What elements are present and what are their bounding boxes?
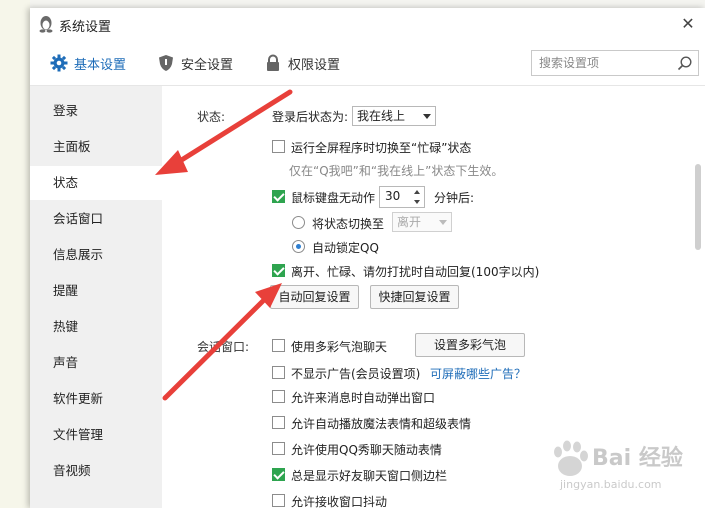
gear-icon: [50, 54, 68, 72]
window-shake-checkbox[interactable]: [272, 494, 285, 507]
auto-reply-settings-button[interactable]: 自动回复设置: [270, 285, 359, 309]
sidebar-item-status[interactable]: 状态: [30, 166, 162, 200]
content-scrollbar[interactable]: [691, 86, 705, 508]
tab-bar: 基本设置 安全设置 权限设置: [30, 40, 705, 86]
auto-reply-checkbox[interactable]: [272, 264, 285, 277]
watermark-text: Bai 经验: [592, 446, 683, 471]
chat-sidebar-checkbox[interactable]: [272, 468, 285, 481]
switch-status-label: 将状态切换至: [312, 217, 385, 231]
status-section-label: 状态:: [197, 110, 226, 124]
idle-label: 鼠标键盘无动作: [291, 191, 376, 205]
quick-reply-settings-button[interactable]: 快捷回复设置: [370, 285, 459, 309]
stepper-up-icon[interactable]: [411, 187, 424, 197]
scrollbar-thumb[interactable]: [695, 164, 701, 250]
close-button[interactable]: ✕: [680, 16, 696, 32]
tab-security-settings[interactable]: 安全设置: [157, 52, 233, 74]
bubble-label: 使用多彩气泡聊天: [291, 340, 388, 354]
switch-status-dropdown[interactable]: 离开: [392, 212, 452, 232]
after-login-status-label: 登录后状态为:: [272, 110, 349, 124]
tab-basic-settings[interactable]: 基本设置: [50, 52, 126, 74]
shield-icon: [159, 55, 173, 71]
window-shake-label: 允许接收窗口抖动: [291, 495, 388, 508]
chevron-down-icon: [439, 220, 447, 225]
fullscreen-busy-hint: 仅在“Q我吧”和“我在线上”状态下生效。: [289, 164, 504, 178]
popup-checkbox[interactable]: [272, 390, 285, 403]
tab-security-settings-label: 安全设置: [181, 57, 234, 73]
blockable-ads-link[interactable]: 可屏蔽哪些广告？: [430, 365, 526, 382]
qq-show-label: 允许使用QQ秀聊天随动表情: [291, 443, 442, 457]
bubble-settings-button[interactable]: 设置多彩气泡: [415, 333, 525, 357]
tab-basic-settings-label: 基本设置: [74, 57, 127, 73]
sidebar-item-info-display[interactable]: 信息展示: [30, 238, 162, 272]
watermark-subtext: jingyan.baidu.com: [560, 478, 662, 491]
qq-show-checkbox[interactable]: [272, 442, 285, 455]
sidebar-item-sound[interactable]: 声音: [30, 346, 162, 380]
switch-status-value: 离开: [397, 215, 422, 229]
auto-reply-label: 离开、忙碌、请勿打扰时自动回复(100字以内): [291, 265, 540, 279]
fullscreen-busy-checkbox[interactable]: [272, 140, 285, 153]
bubble-checkbox[interactable]: [272, 339, 285, 352]
tab-permission-settings-label: 权限设置: [288, 57, 341, 73]
search-input[interactable]: [532, 51, 672, 75]
tab-permission-settings[interactable]: 权限设置: [264, 52, 340, 74]
idle-minutes-value: 30: [385, 189, 401, 203]
sidebar-item-main-panel[interactable]: 主面板: [30, 130, 162, 164]
magic-emoji-checkbox[interactable]: [272, 416, 285, 429]
switch-status-radio[interactable]: [292, 216, 305, 229]
no-ads-checkbox[interactable]: [272, 366, 285, 379]
sidebar-item-reminder[interactable]: 提醒: [30, 274, 162, 308]
no-ads-label: 不显示广告(会员设置项): [291, 367, 421, 381]
close-icon: ✕: [681, 14, 695, 33]
auto-lock-label: 自动锁定QQ: [312, 241, 379, 255]
chat-sidebar-label: 总是显示好友聊天窗口侧边栏: [291, 469, 448, 483]
sidebar-item-login[interactable]: 登录: [30, 94, 162, 128]
title-bar: 系统设置 ✕: [30, 8, 705, 40]
window-title: 系统设置: [59, 20, 112, 35]
desktop-background-left: [0, 0, 30, 508]
session-section-label: 会话窗口:: [197, 340, 250, 354]
chevron-down-icon: [423, 114, 431, 119]
idle-suffix: 分钟后:: [434, 191, 475, 205]
idle-minutes-stepper[interactable]: 30: [379, 186, 425, 208]
stepper-down-icon[interactable]: [411, 197, 424, 207]
auto-lock-radio[interactable]: [292, 240, 305, 253]
settings-sidebar: 登录 主面板 状态 会话窗口 信息展示 提醒 热键 声音 软件更新 文件管理 音…: [30, 86, 162, 508]
after-login-status-dropdown[interactable]: 我在线上: [352, 106, 436, 126]
lock-icon: [267, 54, 279, 71]
after-login-status-value: 我在线上: [357, 109, 406, 123]
desktop-background-top: [0, 0, 705, 8]
sidebar-item-audio-video[interactable]: 音视频: [30, 454, 162, 488]
fullscreen-busy-label: 运行全屏程序时切换至“忙碌”状态: [291, 141, 472, 155]
search-icon[interactable]: [677, 55, 693, 71]
qq-penguin-icon: [39, 16, 53, 33]
settings-search-box: [531, 50, 699, 76]
sidebar-item-software-update[interactable]: 软件更新: [30, 382, 162, 416]
sidebar-item-hotkey[interactable]: 热键: [30, 310, 162, 344]
sidebar-item-file-management[interactable]: 文件管理: [30, 418, 162, 452]
idle-checkbox[interactable]: [272, 190, 285, 203]
magic-emoji-label: 允许自动播放魔法表情和超级表情: [291, 417, 472, 431]
sidebar-item-session-window[interactable]: 会话窗口: [30, 202, 162, 236]
popup-label: 允许来消息时自动弹出窗口: [291, 391, 436, 405]
